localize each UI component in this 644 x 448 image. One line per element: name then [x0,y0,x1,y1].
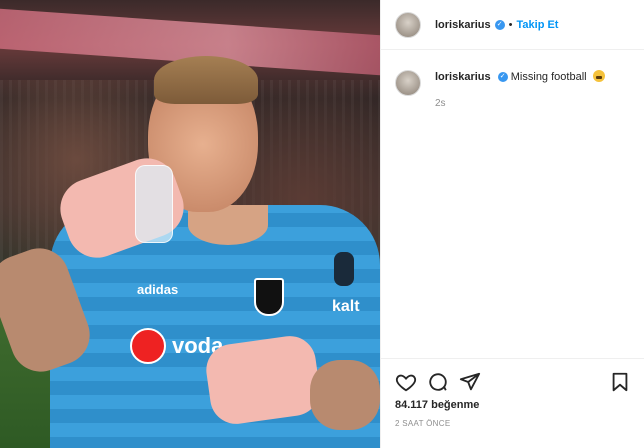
glove-right [202,332,324,428]
bookmark-icon[interactable] [609,371,631,398]
header-username[interactable]: loriskarius [435,19,491,31]
player-hair [154,56,258,104]
verified-badge-icon: ✓ [497,72,508,83]
comment-icon[interactable] [427,371,449,398]
sleeve-text: kalt [332,298,360,315]
actions-bar: 84.117 beğenme 2 SAAT ÖNCE [381,358,644,448]
post-photo[interactable]: adidas voda kalt [0,0,380,448]
likes-count[interactable]: 84.117 beğenme [395,399,479,411]
shirt-brand: adidas [137,282,179,297]
water-bottle [135,165,173,243]
caption-time[interactable]: 2s [435,98,605,109]
caption: loriskarius ✓ Missing football 2s [395,68,605,109]
right-arm [310,360,380,430]
follow-button[interactable]: Takip Et [517,19,559,31]
avatar[interactable] [395,11,421,38]
heart-icon[interactable] [395,371,417,398]
caption-username[interactable]: loriskarius [435,71,491,83]
league-patch [334,252,354,286]
verified-badge-icon: ✓ [494,19,505,30]
grimace-emoji-icon [592,70,605,82]
post-side-panel: loriskarius ✓ • Takip Et loriskarius ✓ M… [380,0,644,448]
share-icon[interactable] [459,371,481,398]
sponsor-logo [130,328,166,364]
caption-text: Missing football [510,71,587,83]
caption-avatar[interactable] [395,70,421,96]
post-time: 2 SAAT ÖNCE [395,419,451,428]
post-header: loriskarius ✓ • Takip Et [381,0,644,50]
separator: • [508,18,513,31]
club-crest [254,278,284,316]
